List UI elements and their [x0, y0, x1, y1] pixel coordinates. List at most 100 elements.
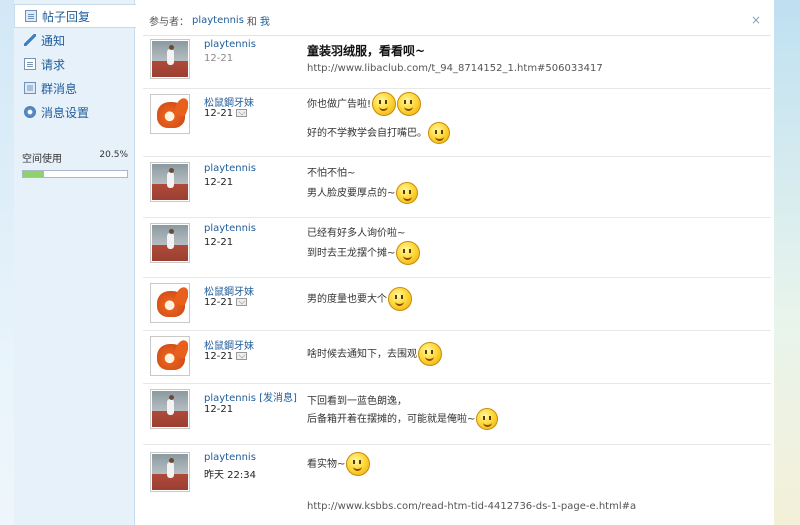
sidebar-item-requests[interactable]: 请求 — [14, 52, 134, 76]
participants-prefix: 参与者： — [149, 17, 189, 28]
avatar[interactable] — [150, 94, 190, 134]
message-text: 好的不学教学会自打嘴巴。 — [307, 128, 427, 139]
message-row: playtennis 昨天 22:34 看实物~ http://www.ksbb… — [143, 445, 771, 525]
sidebar-item-label: 通知 — [41, 33, 66, 48]
message-text: 到时去王龙摆个摊~ — [307, 248, 396, 259]
sidebar-item-label: 请求 — [41, 57, 66, 72]
space-usage-percent: 20.5% — [99, 150, 128, 160]
message-text: 你也做广告啦! — [307, 99, 372, 110]
board-icon — [25, 10, 37, 22]
avatar[interactable] — [150, 452, 190, 492]
participants-bar: 参与者： playtennis 和 我 × — [143, 6, 771, 36]
message-user[interactable]: playtennis — [204, 223, 256, 234]
smiley-emoticon-icon — [396, 241, 421, 265]
message-line: 到时去王龙摆个摊~ — [307, 241, 421, 265]
message-text: 男的度量也要大个 — [307, 294, 387, 305]
message-time: 12-21 — [204, 237, 234, 248]
message-time-row: 12-21 — [204, 297, 248, 308]
message-user[interactable]: playtennis — [204, 39, 256, 50]
message-line: 看实物~ — [307, 452, 371, 476]
message-user[interactable]: playtennis — [204, 452, 256, 463]
mail-icon — [236, 298, 248, 306]
smiley-emoticon-icon — [397, 92, 422, 116]
message-row: 松鼠鋼牙妹 12-21 男的度量也要大个 — [143, 278, 771, 331]
message-row: playtennis 12-21 已经有好多人询价啦~ 到时去王龙摆个摊~ — [143, 218, 771, 278]
smiley-emoticon-icon — [372, 92, 397, 116]
message-user[interactable]: 松鼠鋼牙妹 — [204, 94, 254, 109]
sidebar: 帖子回复 通知 请求 群消息 消息设置 空间使用 20.5% — [14, 0, 136, 525]
message-row: playtennis 12-21 不怕不怕~ 男人脸皮要厚点的~ — [143, 157, 771, 218]
message-time: 12-21 — [204, 351, 234, 362]
smiley-emoticon-icon — [428, 122, 450, 144]
message-line: 已经有好多人询价啦~ — [307, 228, 406, 239]
space-usage-bar — [22, 170, 128, 178]
message-subject: 童装羽绒服，看看呗~ — [307, 44, 426, 58]
message-line: 男的度量也要大个 — [307, 287, 412, 311]
mail-icon — [236, 352, 248, 360]
message-time-row: 12-21 — [204, 108, 248, 119]
document-icon — [24, 58, 36, 70]
message-line: 下回看到一蓝色朗逸， — [307, 396, 407, 407]
message-line: 后备箱开着在摆摊的，可能就是俺啦~ — [307, 408, 499, 430]
message-time: 12-21 — [204, 53, 234, 64]
smiley-emoticon-icon — [388, 287, 412, 311]
avatar[interactable] — [150, 39, 190, 79]
sidebar-item-label: 消息设置 — [41, 105, 90, 120]
avatar[interactable] — [150, 223, 190, 263]
message-time: 12-21 — [204, 297, 234, 308]
space-usage-fill — [23, 171, 45, 177]
message-text: 男人脸皮要厚点的~ — [307, 188, 396, 199]
sidebar-item-message-settings[interactable]: 消息设置 — [14, 100, 134, 124]
smiley-emoticon-icon — [476, 408, 499, 430]
smiley-emoticon-icon — [346, 452, 371, 476]
conversation-panel: 参与者： playtennis 和 我 × playtennis 12-21 童… — [143, 0, 771, 525]
message-line: 男人脸皮要厚点的~ — [307, 182, 419, 204]
message-row: playtennis [发消息] 12-21 下回看到一蓝色朗逸， 后备箱开着在… — [143, 384, 771, 445]
avatar[interactable] — [150, 162, 190, 202]
left-background — [0, 0, 14, 525]
smiley-emoticon-icon — [418, 342, 442, 366]
message-line: 你也做广告啦! — [307, 92, 422, 116]
avatar[interactable] — [150, 336, 190, 376]
close-icon[interactable]: × — [751, 13, 761, 27]
right-background — [774, 0, 800, 525]
smiley-emoticon-icon — [396, 182, 419, 204]
participant-me-link[interactable]: 我 — [260, 13, 270, 28]
pencil-icon — [24, 34, 36, 46]
sidebar-item-group-messages[interactable]: 群消息 — [14, 76, 134, 100]
message-time-row: 12-21 — [204, 351, 248, 362]
participant-link[interactable]: playtennis — [192, 15, 244, 26]
message-row: 松鼠鋼牙妹 12-21 啥时候去通知下，去围观 — [143, 331, 771, 384]
message-user[interactable]: playtennis — [204, 163, 256, 174]
message-line: 啥时候去通知下，去围观 — [307, 342, 442, 366]
message-user[interactable]: 松鼠鋼牙妹 — [204, 337, 254, 352]
space-usage-label: 空间使用 — [22, 154, 62, 165]
message-time: 12-21 — [204, 404, 234, 415]
message-row: 松鼠鋼牙妹 12-21 你也做广告啦! 好的不学教学会自打嘴巴。 — [143, 89, 771, 157]
space-usage: 空间使用 20.5% — [22, 150, 128, 178]
message-time: 12-21 — [204, 177, 234, 188]
message-user[interactable]: 松鼠鋼牙妹 — [204, 283, 254, 298]
sidebar-item-label: 帖子回复 — [42, 9, 91, 24]
avatar[interactable] — [150, 283, 190, 323]
message-user-row: playtennis [发消息] — [204, 389, 297, 404]
send-message-link[interactable]: [发消息] — [259, 393, 297, 404]
message-text: 后备箱开着在摆摊的，可能就是俺啦~ — [307, 414, 476, 425]
message-text: 看实物~ — [307, 459, 346, 470]
mail-icon — [236, 109, 248, 117]
message-text: 啥时候去通知下，去围观 — [307, 349, 417, 360]
message-row: playtennis 12-21 童装羽绒服，看看呗~ http://www.l… — [143, 36, 771, 89]
message-line: 不怕不怕~ — [307, 168, 356, 179]
avatar[interactable] — [150, 389, 190, 429]
message-user[interactable]: playtennis — [204, 393, 256, 404]
message-time: 12-21 — [204, 108, 234, 119]
message-time: 昨天 22:34 — [204, 470, 256, 481]
message-link[interactable]: http://www.libaclub.com/t_94_8714152_1.h… — [307, 63, 603, 74]
participants-conj: 和 — [246, 17, 257, 28]
sidebar-item-post-replies[interactable]: 帖子回复 — [14, 4, 136, 28]
message-link[interactable]: http://www.ksbbs.com/read-htm-tid-441273… — [307, 501, 636, 512]
group-icon — [24, 82, 36, 94]
sidebar-item-notifications[interactable]: 通知 — [14, 28, 134, 52]
sidebar-item-label: 群消息 — [41, 81, 78, 96]
message-line: 好的不学教学会自打嘴巴。 — [307, 122, 450, 144]
